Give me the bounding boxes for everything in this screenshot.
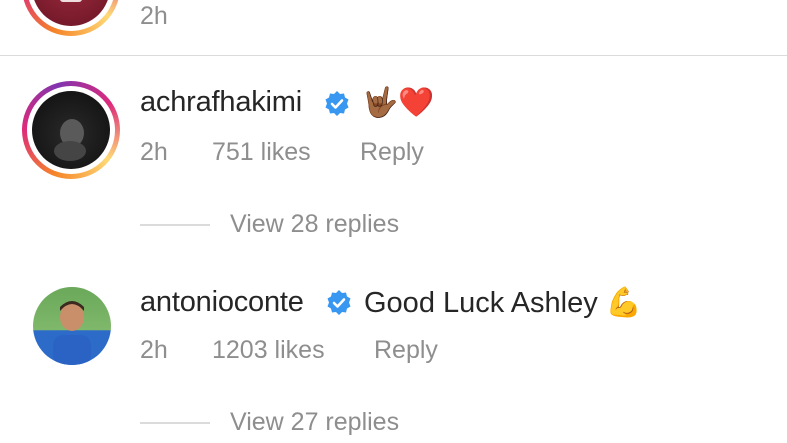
view-replies-line [140,422,210,424]
comment-text: 🤟🏾❤️ [362,87,435,119]
verified-badge-icon [325,91,349,116]
comment-text: Good Luck Ashley 💪 [364,287,642,319]
avatar[interactable] [32,91,110,169]
reply-button[interactable]: Reply [374,336,438,365]
avatar-story-ring[interactable] [22,0,120,36]
avatar-story-ring[interactable] [22,81,120,179]
view-replies-button[interactable]: View 28 replies [230,210,399,239]
comment-likes[interactable]: 751 likes [212,138,311,167]
comment-time: 2h [140,336,168,364]
profile-photo [53,301,91,365]
reply-button[interactable]: Reply [360,138,424,167]
avatar[interactable] [32,0,110,26]
verified-badge-icon [327,290,351,315]
comment-time: 2h [140,138,168,166]
comment-username[interactable]: antonioconte [140,286,304,319]
comment-username[interactable]: achrafhakimi [140,86,302,119]
view-replies-button[interactable]: View 27 replies [230,408,399,437]
view-replies-line [140,224,210,226]
club-crest-icon [60,0,82,2]
comment-likes[interactable]: 1203 likes [212,336,325,365]
avatar[interactable] [33,287,111,365]
divider [0,55,787,56]
comment-time: 2h [140,2,168,30]
profile-photo [54,119,86,161]
